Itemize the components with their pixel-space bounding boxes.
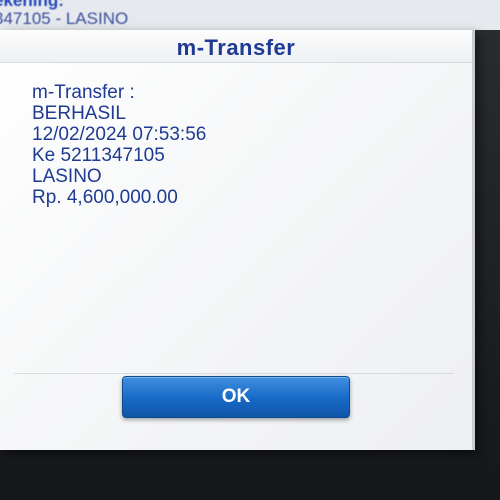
message-line-amount: Rp. 4,600,000.00 [32, 187, 178, 208]
message-line-transfer-label: m-Transfer : [32, 82, 135, 103]
atm-screen: ekening: 347105 - LASINO m-Transfer m-Tr… [0, 0, 500, 500]
dialog-title-bar: m-Transfer [0, 30, 472, 63]
dialog-footer-divider [14, 373, 454, 374]
ok-button[interactable]: OK [122, 376, 350, 418]
transfer-result-dialog: m-Transfer m-Transfer : BERHASIL 12/02/2… [0, 30, 475, 450]
background-account-line: 347105 - LASINO [0, 9, 129, 28]
message-line-status: BERHASIL [32, 103, 126, 124]
dialog-title: m-Transfer [176, 35, 296, 60]
dialog-message: m-Transfer : BERHASIL 12/02/2024 07:53:5… [32, 82, 452, 208]
message-line-datetime: 12/02/2024 07:53:56 [32, 124, 207, 145]
background-label: ekening: [0, 0, 64, 10]
message-line-recipient-name: LASINO [32, 166, 102, 187]
message-line-destination: Ke 5211347105 [32, 145, 165, 166]
